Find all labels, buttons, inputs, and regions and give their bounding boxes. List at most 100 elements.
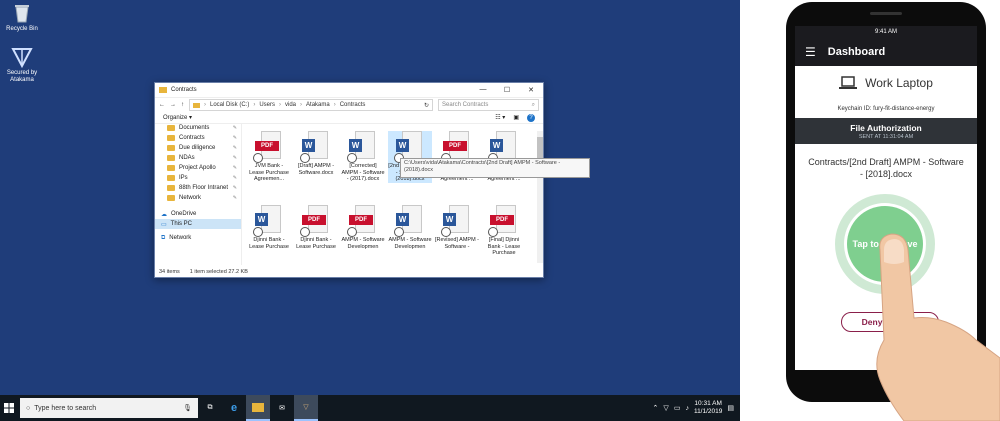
clock-date: 11/1/2019 — [693, 408, 723, 415]
network-icon[interactable]: ▭ — [674, 404, 681, 412]
refresh-icon[interactable]: ↻ — [424, 102, 429, 109]
task-view-button[interactable]: ⧉ — [198, 395, 222, 421]
file-item[interactable]: PDF Djinni Bank - Lease Purchase — [294, 205, 338, 250]
pin-icon: ✎ — [232, 175, 237, 181]
word-file-icon: W — [253, 205, 283, 237]
nav-item-documents[interactable]: Documents ✎ — [155, 123, 241, 133]
file-name: AMPM - Software Developmen — [341, 237, 385, 250]
maximize-button[interactable]: ☐ — [495, 86, 519, 94]
lock-icon — [441, 227, 451, 237]
nav-item-contracts[interactable]: Contracts ✎ — [155, 133, 241, 143]
edge-browser-button[interactable]: e — [222, 395, 246, 421]
requested-file-name: Contracts/[2nd Draft] AMPM - Software - … — [808, 157, 964, 179]
lock-icon — [347, 227, 357, 237]
file-authorization-banner: File Authorization SENT AT 11:31:04 AM — [795, 118, 977, 144]
word-file-icon: W — [347, 131, 377, 163]
app-header: ☰ Dashboard — [795, 38, 977, 66]
forward-arrow-icon[interactable]: → — [170, 102, 176, 108]
nav-item-ndas[interactable]: NDAs ✎ — [155, 153, 241, 163]
word-file-icon: W — [394, 205, 424, 237]
file-item[interactable]: W [Revised] AMPM - Software - — [435, 205, 479, 250]
nav-item-project-apollo[interactable]: Project Apollo ✎ — [155, 163, 241, 173]
organize-menu[interactable]: Organize ▾ — [163, 114, 192, 121]
minimize-button[interactable]: — — [471, 86, 495, 94]
taskbar: ○ Type here to search 🎙 ⧉ e ✉ ▽ ⌃ ▽ ▭ ♪ … — [0, 395, 740, 421]
nav-item-network[interactable]: ⧉ Network — [155, 233, 241, 243]
vertical-scrollbar[interactable] — [537, 131, 543, 263]
nav-item-ips[interactable]: IPs ✎ — [155, 173, 241, 183]
folder-icon — [167, 155, 175, 161]
close-button[interactable]: ✕ — [519, 86, 543, 94]
app-title: Dashboard — [827, 46, 886, 58]
laptop-icon — [839, 76, 858, 89]
phone-status-time: 9:41 AM — [874, 29, 897, 35]
status-bar: 34 items 1 item selected 27.2 KB — [159, 269, 248, 275]
approve-button[interactable]: Tap to Approve — [835, 194, 935, 294]
pdf-file-icon: PDF — [300, 205, 330, 237]
file-explorer-window: Contracts — ☐ ✕ ← → ↑ › Local Disk (C:) ›… — [154, 82, 544, 278]
breadcrumb-users[interactable]: Users — [259, 102, 275, 108]
phone-device: 9:41 AM ☰ Dashboard Work Laptop Keychain… — [786, 2, 986, 402]
help-icon[interactable]: ? — [527, 113, 535, 122]
file-name: [Final] Djinni Bank - Lease Purchase — [487, 237, 521, 256]
file-item[interactable]: PDF [Final] Djinni Bank - Lease Purchase — [482, 205, 526, 257]
word-file-icon: W — [394, 131, 424, 163]
lock-icon — [300, 227, 310, 237]
back-arrow-icon[interactable]: ← — [159, 102, 165, 108]
approve-label: Tap to Approve — [847, 206, 923, 282]
file-name: [Revised] AMPM - Software - — [435, 237, 480, 250]
recycle-bin-shortcut[interactable]: Recycle Bin — [0, 2, 44, 33]
file-explorer-button[interactable] — [246, 395, 270, 421]
hamburger-menu-icon[interactable]: ☰ — [805, 45, 816, 59]
search-input[interactable]: Search Contracts ⌕ — [438, 99, 539, 111]
breadcrumb-local-disk[interactable]: Local Disk (C:) — [210, 102, 249, 108]
breadcrumb-contracts[interactable]: Contracts — [340, 102, 366, 108]
deny-request-button[interactable]: Deny Request — [841, 312, 939, 332]
preview-pane-icon[interactable]: ▣ — [513, 114, 519, 122]
atakama-app-button[interactable]: ▽ — [294, 395, 318, 421]
file-item[interactable]: W [Corrected] AMPM - Software - (2017).do… — [341, 131, 385, 183]
file-item[interactable]: W [Draft] AMPM - Software.docx — [294, 131, 338, 176]
atakama-shortcut[interactable]: Secured by Atakama — [0, 46, 44, 84]
atakama-label: Secured by Atakama — [6, 70, 38, 83]
start-button[interactable] — [0, 403, 18, 413]
notifications-icon[interactable]: ▤ — [727, 404, 734, 412]
file-item[interactable]: W AMPM - Software Developmen — [388, 205, 432, 250]
address-path[interactable]: › Local Disk (C:) › Users › vida › Atakama ›… — [189, 99, 433, 111]
breadcrumb-vida[interactable]: vida — [285, 102, 296, 108]
chevron-up-icon[interactable]: ⌃ — [653, 404, 659, 412]
nav-item-due-diligence[interactable]: Due diligence ✎ — [155, 143, 241, 153]
atakama-tray-icon[interactable]: ▽ — [663, 404, 668, 412]
view-options-icon[interactable]: ☷ ▾ — [495, 114, 505, 122]
pin-icon: ✎ — [232, 195, 237, 201]
phone-speaker — [870, 12, 902, 15]
file-item[interactable]: PDF AMPM - Software Developmen — [341, 205, 385, 250]
up-arrow-icon[interactable]: ↑ — [181, 102, 184, 108]
file-name: Djinni Bank - Lease Purchase — [296, 237, 336, 250]
folder-icon — [159, 87, 167, 93]
file-item[interactable]: PDF JVM Bank - Lease Purchase Agreemen... — [247, 131, 291, 183]
item-count: 34 items — [159, 269, 180, 275]
atakama-logo-icon — [11, 46, 33, 69]
volume-icon[interactable]: ♪ — [685, 405, 689, 412]
nav-item-88th-floor[interactable]: 88th Floor Intranet ✎ — [155, 183, 241, 193]
cloud-icon: ☁ — [161, 211, 167, 218]
nav-item-this-pc[interactable]: ▭ This PC — [155, 219, 241, 229]
nav-item-onedrive[interactable]: ☁ OneDrive — [155, 209, 241, 219]
taskbar-search-input[interactable]: ○ Type here to search 🎙 — [20, 398, 198, 418]
mail-button[interactable]: ✉ — [270, 395, 294, 421]
system-clock[interactable]: 10:31 AM 11/1/2019 — [694, 400, 722, 416]
microphone-icon[interactable]: 🎙 — [183, 404, 192, 412]
lock-icon — [488, 227, 498, 237]
window-titlebar[interactable]: Contracts — ☐ ✕ — [155, 83, 543, 98]
pdf-file-icon: PDF — [488, 205, 518, 237]
navigation-pane: Documents ✎ Contracts ✎ Due diligence ✎ NDA… — [155, 123, 242, 265]
pin-icon: ✎ — [232, 155, 237, 161]
file-item[interactable]: W Djinni Bank - Lease Purchase — [247, 205, 291, 250]
address-bar-row: ← → ↑ › Local Disk (C:) › Users › vida › At… — [155, 98, 543, 112]
breadcrumb-atakama[interactable]: Atakama — [306, 102, 330, 108]
nav-item-network-folder[interactable]: Network ✎ — [155, 193, 241, 203]
windows-logo-icon — [4, 403, 14, 413]
folder-icon — [167, 135, 175, 141]
phone-status-bar: 9:41 AM — [795, 26, 977, 38]
